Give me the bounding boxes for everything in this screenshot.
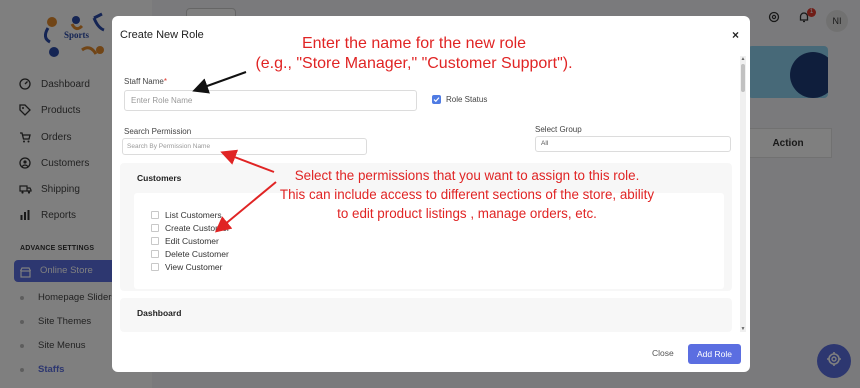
close-icon[interactable]: × [732,28,739,42]
permission-item[interactable]: Create Customer [151,223,230,233]
permission-label: View Customer [165,262,223,272]
permission-item[interactable]: Delete Customer [151,249,229,259]
annotation-role-name: Enter the name for the new role (e.g., "… [222,34,606,74]
select-group-label: Select Group [535,125,582,134]
annotation-line: Enter the name for the new role [301,35,527,52]
staff-name-label-text: Staff Name [124,77,164,86]
permission-checkbox[interactable] [151,224,159,232]
permission-section-dashboard: Dashboard [120,298,732,332]
role-name-input[interactable] [124,90,417,111]
role-status-label: Role Status [446,95,488,104]
section-title: Customers [137,173,182,183]
close-button[interactable]: Close [652,348,674,358]
required-mark: * [163,77,167,86]
staff-name-label: Staff Name* [124,77,167,86]
permission-item[interactable]: View Customer [151,262,222,272]
permission-checkbox[interactable] [151,237,159,245]
annotation-line: Select the permissions that you want to … [294,168,640,183]
scrollbar-thumb[interactable] [741,64,745,92]
permission-checkbox[interactable] [151,250,159,258]
annotation-line: This can include access to different sec… [279,187,655,202]
add-role-button[interactable]: Add Role [688,344,741,364]
check-icon [433,97,440,103]
modal-scrollbar[interactable] [740,56,746,332]
permission-label: Delete Customer [165,249,229,259]
permission-checkbox[interactable] [151,263,159,271]
scroll-up-icon[interactable]: ▲ [740,56,746,62]
permission-label: List Customers [165,210,222,220]
permission-checkbox[interactable] [151,211,159,219]
search-permission-label: Search Permission [124,127,192,136]
annotation-permissions: Select the permissions that you want to … [255,166,679,223]
permission-label: Edit Customer [165,236,219,246]
annotation-line: (e.g., "Store Manager," "Customer Suppor… [255,55,573,72]
scroll-down-icon[interactable]: ▼ [740,326,746,332]
permission-label: Create Customer [165,223,230,233]
permission-item[interactable]: List Customers [151,210,222,220]
search-permission-input[interactable] [122,138,367,155]
select-group-dropdown[interactable]: All [535,136,731,152]
annotation-line: to edit product listings , manage orders… [337,206,597,221]
modal-title: Create New Role [120,29,204,41]
section-title: Dashboard [137,308,182,318]
role-status-checkbox[interactable] [432,95,441,104]
permission-item[interactable]: Edit Customer [151,236,219,246]
